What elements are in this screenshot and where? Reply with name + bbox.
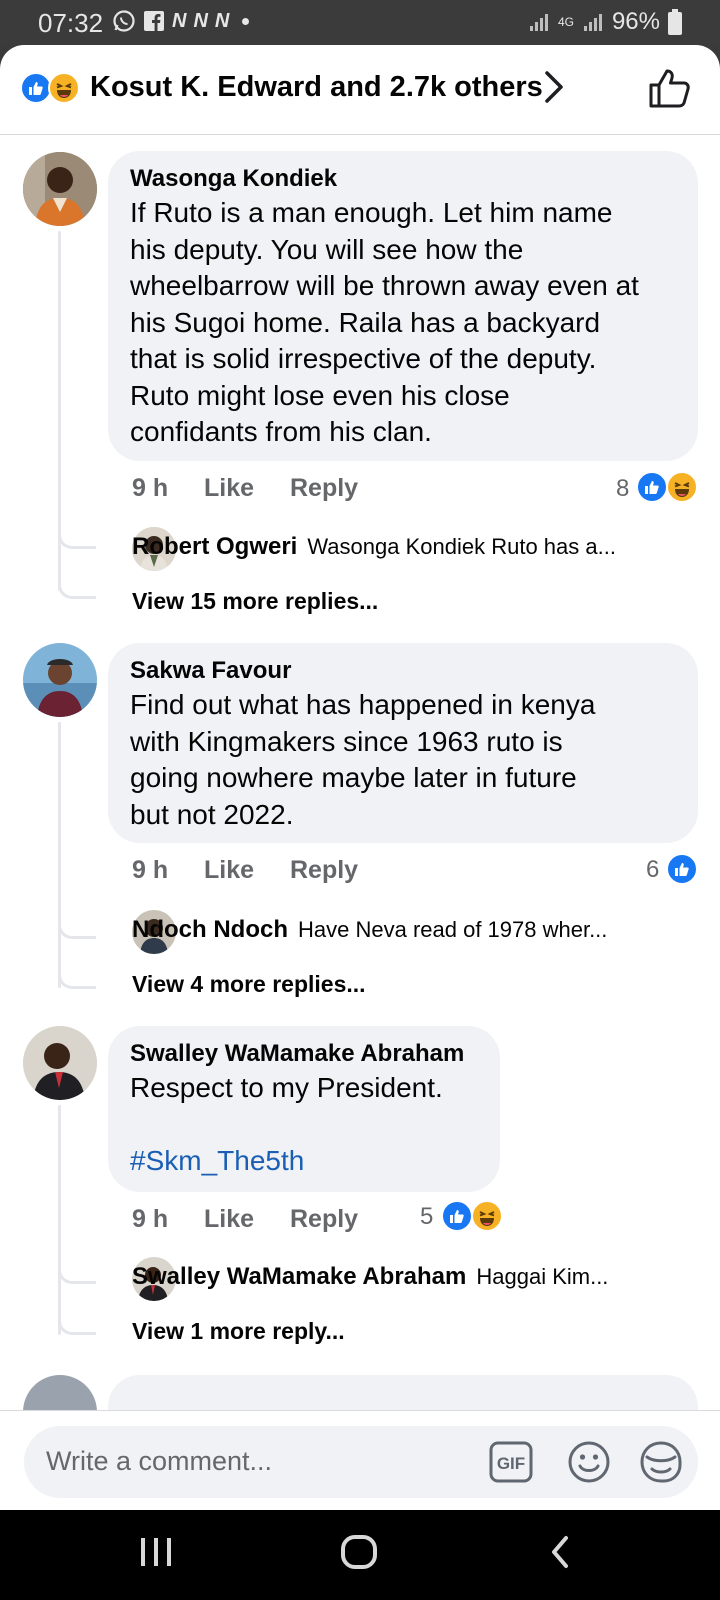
view-more-replies[interactable]: View 15 more replies... <box>132 588 378 615</box>
comment-actions: 9 h Like Reply <box>132 474 358 503</box>
reply-author[interactable]: Robert Ogweri <box>132 533 297 561</box>
battery-percent: 96% <box>611 8 660 35</box>
haha-icon <box>666 471 698 503</box>
status-bar: 07:32 N N N 4G 96% <box>0 0 720 46</box>
reply-text: Have Neva read of 1978 wher... <box>298 917 608 942</box>
thread-elbow <box>58 1250 96 1284</box>
comment-bubble[interactable]: Sakwa Favour Find out what has happened … <box>108 643 698 843</box>
reply-author[interactable]: Ndoch Ndoch <box>132 916 288 944</box>
back-icon[interactable] <box>546 1532 574 1572</box>
thread-line <box>58 722 61 988</box>
reply-preview[interactable]: Ndoch Ndoch Have Neva read of 1978 wher.… <box>132 916 702 944</box>
n-icon: N <box>214 9 230 32</box>
notification-icons: N N N <box>112 9 250 33</box>
like-button-icon[interactable] <box>648 67 692 109</box>
reaction-count[interactable]: 5 <box>420 1203 433 1231</box>
comment-age: 9 h <box>132 1205 169 1233</box>
dot-icon <box>242 17 250 25</box>
like-icon <box>636 471 668 503</box>
comment-author[interactable]: Swalley WaMamake Abraham <box>130 1038 478 1070</box>
avatar[interactable] <box>23 1026 97 1100</box>
like-button[interactable]: Like <box>204 856 290 885</box>
reply-button[interactable]: Reply <box>290 1205 358 1234</box>
thread-elbow <box>58 905 96 939</box>
n-icon: N <box>172 9 187 32</box>
comment-actions: 9 h Like Reply <box>132 856 358 885</box>
reply-preview[interactable]: Swalley WaMamake Abraham Haggai Kim... <box>132 1263 702 1291</box>
reaction-summary[interactable]: Kosut K. Edward and 2.7k others <box>90 71 543 104</box>
emoji-icon[interactable] <box>566 1439 612 1485</box>
avatar[interactable] <box>23 152 97 226</box>
reactions-header[interactable]: Kosut K. Edward and 2.7k others <box>0 45 720 135</box>
avatar[interactable] <box>23 643 97 717</box>
comment-input[interactable]: Write a comment... GIF <box>24 1426 698 1498</box>
reply-button[interactable]: Reply <box>290 474 358 503</box>
network-type: 4G <box>557 15 574 29</box>
like-button[interactable]: Like <box>204 474 290 503</box>
sticker-icon[interactable] <box>638 1439 684 1485</box>
reaction-count[interactable]: 6 <box>646 856 659 884</box>
like-icon <box>666 853 698 885</box>
reply-preview[interactable]: Robert Ogweri Wasonga Kondiek Ruto has a… <box>132 533 702 561</box>
comment-author[interactable]: Wasonga Kondiek <box>130 163 676 195</box>
comment-age: 9 h <box>132 856 169 884</box>
comments-sheet: Kosut K. Edward and 2.7k others Wasonga … <box>0 45 720 1510</box>
whatsapp-icon <box>113 10 135 32</box>
thread-elbow <box>58 955 96 989</box>
reply-text: Wasonga Kondiek Ruto has a... <box>307 534 616 559</box>
home-icon[interactable] <box>339 1532 379 1572</box>
haha-icon <box>48 72 80 104</box>
comment-actions: 9 h Like Reply <box>132 1205 358 1234</box>
thread-elbow <box>58 515 96 549</box>
comment-text: Respect to my President. <box>130 1072 443 1103</box>
facebook-icon <box>144 11 164 31</box>
gif-icon[interactable]: GIF <box>488 1440 534 1484</box>
signal-icon <box>583 14 602 31</box>
comment-bubble[interactable]: Wasonga Kondiek If Ruto is a man enough.… <box>108 151 698 461</box>
comment-text: If Ruto is a man enough. Let him name hi… <box>130 197 639 447</box>
view-more-replies[interactable]: View 4 more replies... <box>132 971 366 998</box>
svg-text:GIF: GIF <box>497 1454 525 1473</box>
comment-age: 9 h <box>132 474 169 502</box>
comment-author[interactable]: Sakwa Favour <box>130 655 676 687</box>
comment-input-placeholder: Write a comment... <box>46 1446 273 1476</box>
comment-text: Find out what has happened in kenya with… <box>130 689 596 830</box>
haha-icon <box>471 1200 503 1232</box>
signal-icon <box>529 14 548 31</box>
comment-bubble[interactable]: Swalley WaMamake Abraham Respect to my P… <box>108 1026 500 1192</box>
thread-elbow <box>58 1301 96 1335</box>
comment-spacer <box>130 1107 478 1144</box>
n-icon: N <box>193 9 208 32</box>
system-nav-bar <box>0 1510 720 1600</box>
reaction-icons <box>20 72 84 106</box>
like-icon <box>441 1200 473 1232</box>
status-time: 07:32 <box>38 8 104 38</box>
reply-author[interactable]: Swalley WaMamake Abraham <box>132 1263 466 1291</box>
hashtag-link[interactable]: #Skm_The5th <box>130 1143 478 1180</box>
thread-elbow <box>58 565 96 599</box>
like-button[interactable]: Like <box>204 1205 290 1234</box>
view-more-replies[interactable]: View 1 more reply... <box>132 1318 345 1345</box>
comment-composer: Write a comment... GIF <box>0 1410 720 1510</box>
reply-text: Haggai Kim... <box>476 1264 609 1289</box>
reply-button[interactable]: Reply <box>290 856 358 885</box>
chevron-right-icon[interactable] <box>540 67 568 107</box>
status-right: 4G 96% <box>528 8 682 36</box>
reaction-count[interactable]: 8 <box>616 475 629 503</box>
recent-apps-icon[interactable] <box>138 1532 174 1572</box>
battery-icon <box>668 9 682 35</box>
